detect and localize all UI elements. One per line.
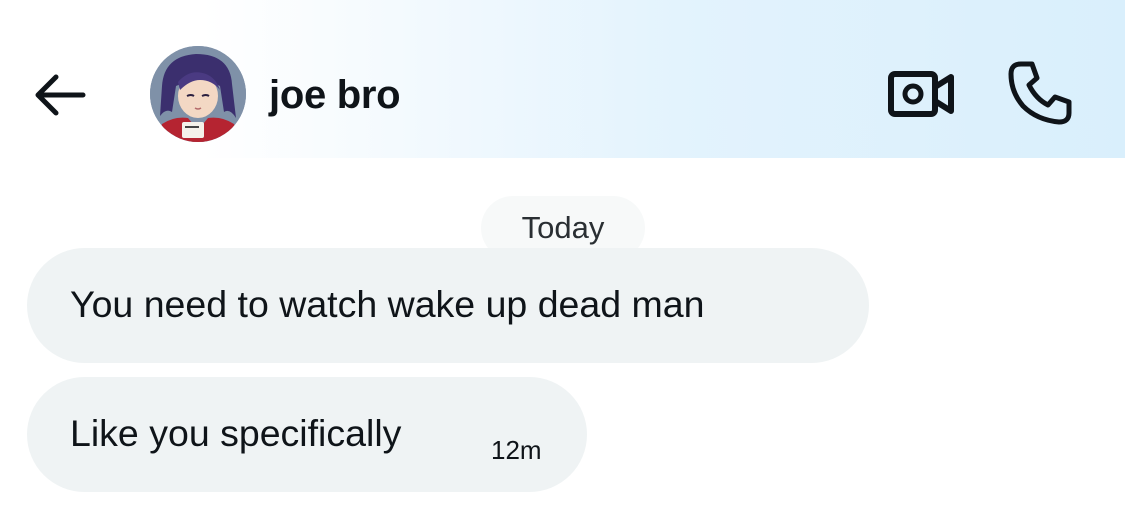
message-bubble[interactable]: You need to watch wake up dead man bbox=[27, 248, 869, 363]
message-bubble[interactable]: Like you specifically 12m bbox=[27, 377, 587, 492]
back-button[interactable] bbox=[30, 70, 90, 120]
arrow-left-icon bbox=[35, 74, 86, 116]
video-call-button[interactable] bbox=[887, 66, 955, 122]
phone-icon bbox=[1008, 61, 1072, 125]
avatar-image bbox=[150, 46, 246, 142]
message-text: Like you specifically bbox=[70, 412, 402, 454]
dm-screen: joe bro Today You need to watch wake up … bbox=[0, 0, 1125, 510]
message-timestamp: 12m bbox=[491, 435, 542, 465]
conversation-header: joe bro bbox=[0, 0, 1125, 158]
avatar[interactable] bbox=[150, 46, 246, 142]
message-text: You need to watch wake up dead man bbox=[70, 283, 705, 325]
video-camera-icon bbox=[888, 71, 954, 117]
voice-call-button[interactable] bbox=[1005, 58, 1075, 128]
contact-name[interactable]: joe bro bbox=[269, 71, 401, 119]
